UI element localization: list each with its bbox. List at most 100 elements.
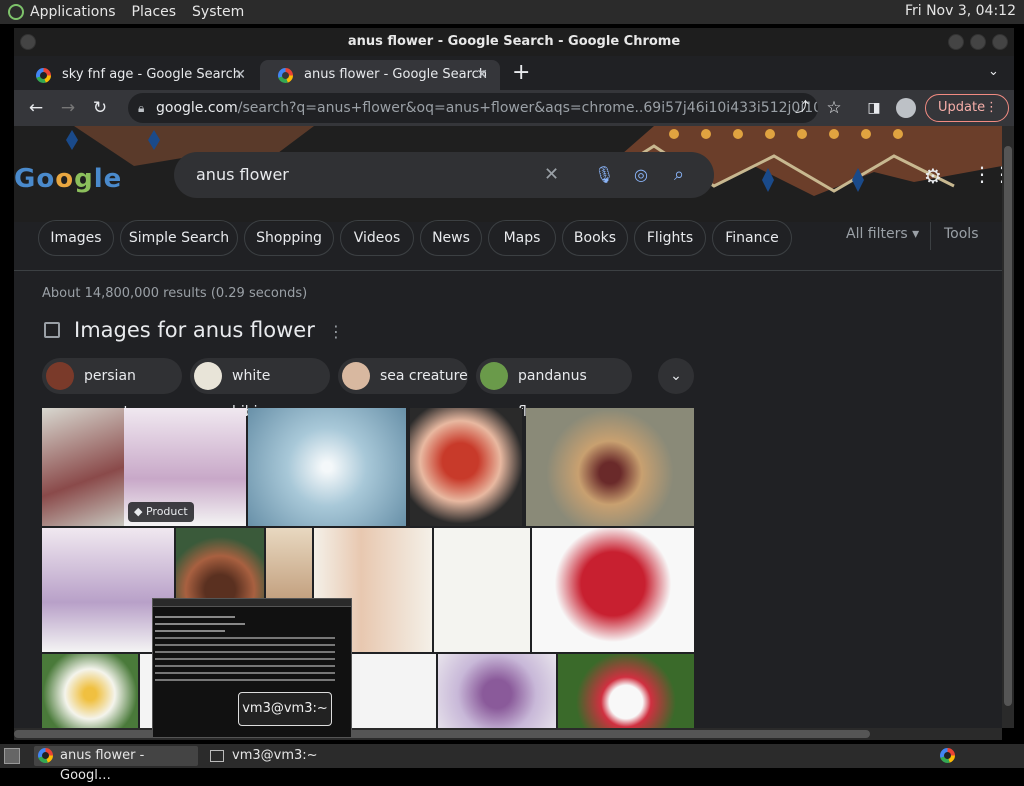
tab-search-chevron-icon[interactable]: ⌄ [988,64,999,79]
chip-flights[interactable]: Flights [634,220,706,256]
taskbar-chrome-window[interactable]: anus flower - Googl… [34,746,198,783]
image-result[interactable] [532,528,694,652]
chip-shopping[interactable]: Shopping [244,220,334,256]
product-badge: ◆ Product [128,502,194,522]
chip-simple-search[interactable]: Simple Search [120,220,238,256]
tab-sky-fnf-age[interactable]: sky fnf age - Google Search ✕ [18,60,258,90]
forward-icon[interactable]: → [56,96,80,120]
maximize-icon[interactable] [970,34,986,50]
chip-news[interactable]: News [420,220,482,256]
clock[interactable]: Fri Nov 3, 04:12 [905,3,1016,19]
image-result[interactable] [410,408,522,526]
image-icon [44,322,60,338]
chip-images[interactable]: Images [38,220,114,256]
all-filters-button[interactable]: All filters ▾ [846,226,919,242]
header-divider [14,270,1002,271]
share-icon[interactable]: ⤴ [790,96,814,120]
reload-icon[interactable]: ↻ [88,96,112,120]
vertical-scrollbar[interactable] [1002,126,1014,728]
result-stats: About 14,800,000 results (0.29 seconds) [42,286,308,301]
tools-button[interactable]: Tools [944,226,979,242]
browser-toolbar: ← → ↻ 🔒︎ google.com/search?q=anus+flower… [14,90,1014,126]
taskbar-task-label: anus flower - Googl… [60,748,145,783]
settings-gear-icon[interactable]: ⚙ [924,164,942,188]
apps-grid-icon[interactable]: ⋮⋮ [972,162,1002,186]
suggestion-thumbnail [342,362,370,390]
address-bar[interactable]: 🔒︎ google.com/search?q=anus+flower&oq=an… [128,93,818,123]
side-panel-icon[interactable]: ◨ [862,96,886,120]
doodle-banner: Google anus flower ✕ 🎙︎ ◎ ⌕ ⚙ ⋮⋮ [14,126,1002,222]
minimize-icon[interactable] [948,34,964,50]
image-result[interactable] [42,654,138,728]
microphone-icon[interactable]: 🎙︎ [594,152,614,198]
expand-suggestions-icon[interactable]: ⌄ [658,358,694,394]
suggestion-white-hibiscus[interactable]: white hibiscus [190,358,330,420]
tab-label: anus flower - Google Search [304,67,488,82]
suggestion-label: sea creature [380,368,468,384]
update-button[interactable]: Update ⋮ [925,94,1009,122]
show-desktop-icon[interactable] [4,748,20,764]
chip-books[interactable]: Books [562,220,628,256]
all-filters-label: All filters [846,226,908,242]
chip-maps[interactable]: Maps [488,220,556,256]
profile-avatar-icon[interactable] [894,96,918,120]
tab-bar: sky fnf age - Google Search ✕ anus flowe… [14,56,1014,90]
window-titlebar[interactable]: anus flower - Google Search - Google Chr… [14,28,1014,56]
images-heading[interactable]: Images for anus flower [74,318,315,342]
google-favicon-icon [36,68,51,83]
image-result[interactable] [434,528,530,652]
image-result[interactable] [558,654,694,728]
suggestion-pandanus-flower[interactable]: pandanus flower [476,358,632,420]
places-menu[interactable]: Places [124,0,185,24]
suggestion-thumbnail [480,362,508,390]
google-favicon-icon [278,68,293,83]
divider [930,222,931,250]
image-result[interactable] [438,654,556,728]
system-label: System [192,4,245,20]
taskbar-terminal-window[interactable]: vm3@vm3:~ [206,746,318,766]
more-options-icon[interactable]: ⋮ [328,322,344,341]
lens-icon[interactable]: ◎ [634,152,648,198]
new-tab-icon[interactable]: + [512,60,530,85]
lock-icon: 🔒︎ [138,101,145,115]
terminal-preview-menubar [153,599,351,607]
suggestion-persian-carpet[interactable]: persian carpet [42,358,182,420]
back-icon[interactable]: ← [24,96,48,120]
kebab-menu-icon[interactable]: ⋮ [985,95,998,121]
terminal-preview-tooltip: vm3@vm3:~ [238,692,332,726]
window-title: anus flower - Google Search - Google Chr… [347,34,681,49]
clear-icon[interactable]: ✕ [544,152,559,198]
vertical-scroll-thumb[interactable] [1004,146,1012,706]
update-label: Update [938,100,986,115]
suggestion-sea-creature[interactable]: sea creature [338,358,468,394]
close-window-icon[interactable] [992,34,1008,50]
image-result[interactable] [526,408,694,526]
tab-close-icon[interactable]: ✕ [234,60,246,90]
chip-finance[interactable]: Finance [712,220,792,256]
search-input[interactable]: anus flower ✕ 🎙︎ ◎ ⌕ [174,152,714,198]
tab-close-icon[interactable]: ✕ [476,60,488,90]
chip-videos[interactable]: Videos [340,220,414,256]
system-menu[interactable]: System [184,0,252,24]
taskbar: anus flower - Googl… vm3@vm3:~ [0,744,1024,783]
image-result[interactable] [42,408,124,526]
tab-anus-flower[interactable]: anus flower - Google Search ✕ [260,60,500,90]
url-path: /search?q=anus+flower&oq=anus+flower&aqs… [237,100,818,116]
tab-label: sky fnf age - Google Search [62,67,241,82]
applications-menu[interactable]: Applications [0,0,124,24]
horizontal-scroll-thumb[interactable] [14,730,870,738]
window-menu-icon[interactable] [20,34,36,50]
product-badge-label: Product [145,505,188,518]
terminal-preview-output [153,607,351,690]
google-doodle-logo[interactable]: Google [14,164,122,194]
taskbar-task-label: vm3@vm3:~ [232,748,318,763]
search-query: anus flower [196,165,289,184]
bookmark-star-icon[interactable]: ☆ [822,96,846,120]
image-result[interactable] [248,408,406,526]
suggestion-thumbnail [46,362,74,390]
search-icon[interactable]: ⌕ [674,152,684,198]
places-label: Places [131,4,177,20]
image-result[interactable]: ◆ Product [124,408,246,526]
chrome-icon [38,748,53,763]
chrome-tray-icon[interactable] [940,748,955,763]
